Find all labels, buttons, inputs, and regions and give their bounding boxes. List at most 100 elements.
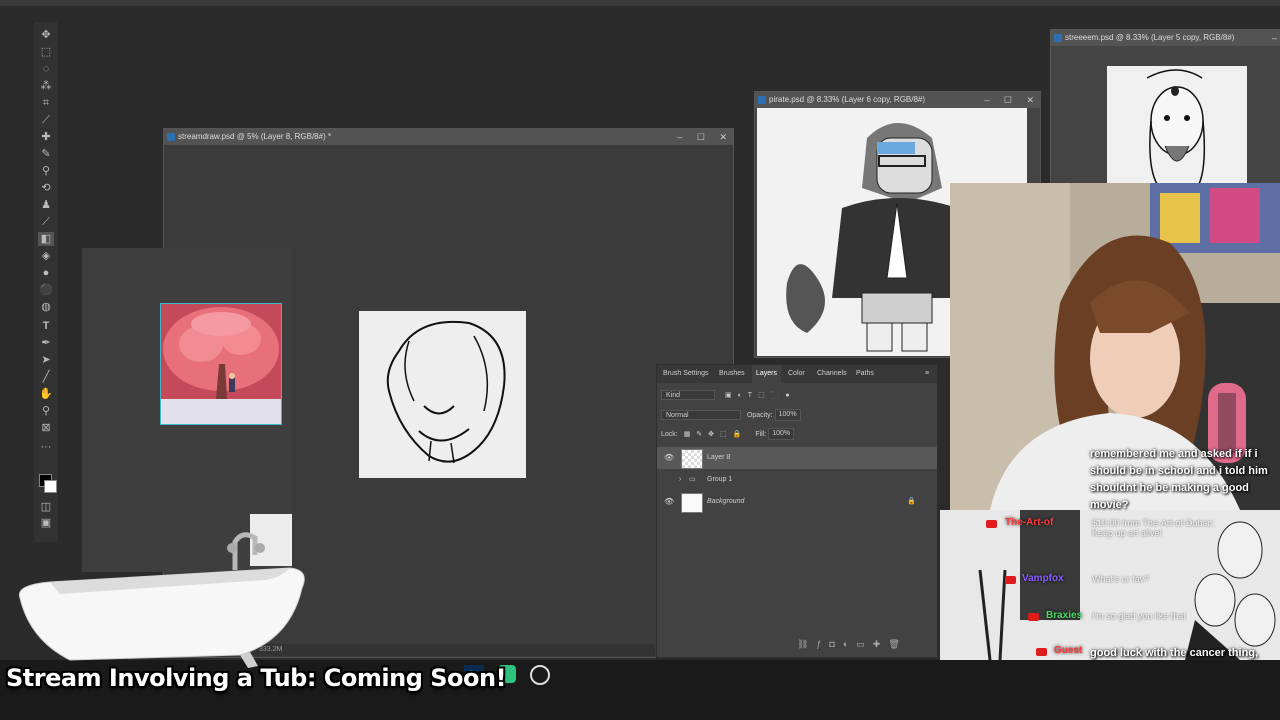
paint-bucket-tool-icon[interactable]: ◈	[38, 249, 54, 263]
opacity-input[interactable]: 100%	[774, 409, 801, 421]
face-sketch-drawing	[386, 320, 506, 464]
hand-tool-icon[interactable]: ✋	[38, 387, 54, 401]
quick-mask-icon[interactable]: ◫	[38, 500, 54, 514]
more-tools-icon[interactable]: ···	[38, 440, 54, 454]
canvas-streeeem[interactable]	[1107, 66, 1247, 185]
chat-message-top: remembered me and asked if if i should b…	[1090, 448, 1268, 511]
path-selection-tool-icon[interactable]: ➤	[38, 353, 54, 367]
blend-mode-select[interactable]: Normal	[661, 410, 741, 420]
brush-tool-icon[interactable]: ✎	[38, 147, 54, 161]
group-expand-chevron-icon[interactable]: ›	[679, 469, 681, 491]
fill-value: 100%	[772, 430, 791, 437]
fill-input[interactable]: 100%	[768, 428, 795, 440]
minimize-button[interactable]: –	[677, 132, 682, 142]
eyedropper-tool-icon[interactable]: ⟋	[38, 113, 54, 127]
lock-row: Lock: ▦✎✥⬚🔒 Fill: 100%	[661, 428, 795, 440]
filter-kind-value: Kind	[666, 392, 681, 399]
chat-username: Vampfox	[1022, 573, 1064, 584]
maximize-button[interactable]: ☐	[697, 132, 705, 142]
background-color-swatch[interactable]	[44, 480, 57, 493]
move-tool-icon[interactable]: ✥	[38, 28, 54, 42]
dodge-tool-icon[interactable]: ⚫	[38, 283, 54, 297]
lock-icon: 🔒	[907, 498, 916, 505]
blend-mode-value: Normal	[666, 412, 689, 419]
frame-tool-icon[interactable]: ⊠	[38, 421, 54, 435]
youtube-icon	[1028, 613, 1039, 621]
marquee-tool-icon[interactable]: ⬚	[38, 45, 54, 59]
photoshop-doc-icon	[167, 133, 175, 141]
layer-row-background[interactable]: 👁 Background 🔒	[657, 491, 937, 513]
panel-tabs: Brush Settings Brushes Layers Color Chan…	[657, 365, 937, 383]
layer-row-group-1[interactable]: › ▭ Group 1	[657, 469, 937, 491]
chat-username: Braxies	[1046, 610, 1083, 621]
maximize-button[interactable]: ☐	[1004, 95, 1012, 105]
document-title: streamdraw.psd @ 5% (Layer 8, RGB/8#) *	[178, 132, 332, 141]
tab-layers[interactable]: Layers	[752, 365, 782, 383]
tools-panel: ✥ ⬚ ◌ ⁂ ⌗ ⟋ ✚ ✎ ⚲ ⟲ ♟ ⟋ ◧ ◈ ● ⚫ ◍ T ✒ ➤ …	[34, 22, 59, 542]
folder-icon: ▭	[689, 476, 696, 483]
window-controls: – ☐ ✕	[972, 92, 1034, 108]
tab-channels[interactable]: Channels	[817, 365, 847, 383]
stamp-tool-icon[interactable]: ♟	[38, 198, 54, 212]
tab-brushes[interactable]: Brushes	[719, 365, 745, 383]
document-title: pirate.psd @ 8.33% (Layer 6 copy, RGB/8#…	[769, 95, 926, 104]
canvas-face-sketch[interactable]	[359, 311, 526, 478]
tree-illustration	[161, 304, 281, 424]
chat-text: What's ur fav?	[1092, 574, 1150, 584]
stream-banner: Stream Involving a Tub: Coming Soon!	[6, 664, 507, 692]
clawfoot-bathtub	[18, 532, 305, 695]
chat-username: The-Art-of	[1005, 517, 1054, 528]
bathtub-image	[10, 520, 310, 695]
close-button[interactable]: ✕	[719, 132, 727, 142]
visibility-eye-icon[interactable]: 👁	[664, 491, 674, 513]
layer-row-layer-8[interactable]: 👁 Layer 8	[657, 447, 937, 469]
reference-image-tree[interactable]	[160, 303, 282, 425]
obs-icon[interactable]	[530, 665, 550, 685]
tab-brush-settings[interactable]: Brush Settings	[663, 365, 709, 383]
close-button[interactable]: ✕	[1026, 95, 1034, 105]
crop-tool-icon[interactable]: ⌗	[38, 96, 54, 110]
layer-thumbnail	[681, 493, 703, 513]
zoom-tool-icon[interactable]: ⚲	[38, 404, 54, 418]
lasso-tool-icon[interactable]: ◌	[38, 62, 54, 76]
tab-paths[interactable]: Paths	[856, 365, 874, 383]
layer-name: Background	[707, 498, 745, 505]
minimize-button[interactable]: –	[1272, 33, 1277, 43]
document-titlebar: streeeem.psd @ 8.33% (Layer 5 copy, RGB/…	[1051, 30, 1280, 46]
magic-wand-tool-icon[interactable]: ⁂	[38, 79, 54, 93]
layer-name: Group 1	[707, 476, 733, 483]
healing-tool-icon[interactable]: ✚	[38, 130, 54, 144]
window-controls: – ☐ ✕	[665, 129, 727, 145]
sponge-tool-icon[interactable]: ◍	[38, 300, 54, 314]
pen-tool-icon[interactable]: ✒	[38, 336, 54, 350]
layers-panel: Brush Settings Brushes Layers Color Chan…	[656, 364, 938, 658]
layer-name: Layer 8	[707, 454, 731, 461]
type-tool-icon[interactable]: T	[38, 319, 54, 333]
history-brush-tool-icon[interactable]: ⟲	[38, 181, 54, 195]
lock-icons[interactable]: ▦✎✥⬚🔒	[684, 431, 748, 438]
opacity-value: 100%	[778, 411, 797, 418]
opacity-label: Opacity:	[746, 411, 773, 419]
tab-color[interactable]: Color	[788, 365, 805, 383]
minimize-button[interactable]: –	[984, 95, 989, 105]
visibility-eye-icon[interactable]: 👁	[664, 447, 674, 469]
mixer-brush-tool-icon[interactable]: ⟋	[38, 215, 54, 229]
eraser-tool-icon[interactable]: ◧	[38, 232, 54, 246]
youtube-icon	[1005, 576, 1016, 584]
filter-kind-select[interactable]: Kind	[661, 390, 715, 400]
photoshop-doc-icon	[758, 96, 766, 104]
line-tool-icon[interactable]: ╱	[38, 370, 54, 384]
lock-label: Lock:	[661, 430, 678, 438]
filter-icons[interactable]: ▣◐T⬚⬛●	[725, 392, 796, 399]
panel-menu-icon[interactable]: ≡	[925, 365, 929, 383]
clone-stamp-tool-icon[interactable]: ⚲	[38, 164, 54, 178]
chat-text: I'm so glad you like that	[1092, 611, 1186, 621]
options-bar	[0, 0, 1280, 6]
chat-text: $10.00 from The-Art-of-Dubac: Keep up ar…	[1092, 518, 1215, 538]
long-haired-man-drawing	[1146, 69, 1206, 185]
document-titlebar: streamdraw.psd @ 5% (Layer 8, RGB/8#) *	[164, 129, 733, 145]
blur-tool-icon[interactable]: ●	[38, 266, 54, 280]
youtube-icon	[1036, 648, 1047, 656]
document-title: streeeem.psd @ 8.33% (Layer 5 copy, RGB/…	[1065, 33, 1235, 42]
layer-actions-bar[interactable]: ⛓ƒ◘◐▭✚🗑	[797, 639, 908, 650]
